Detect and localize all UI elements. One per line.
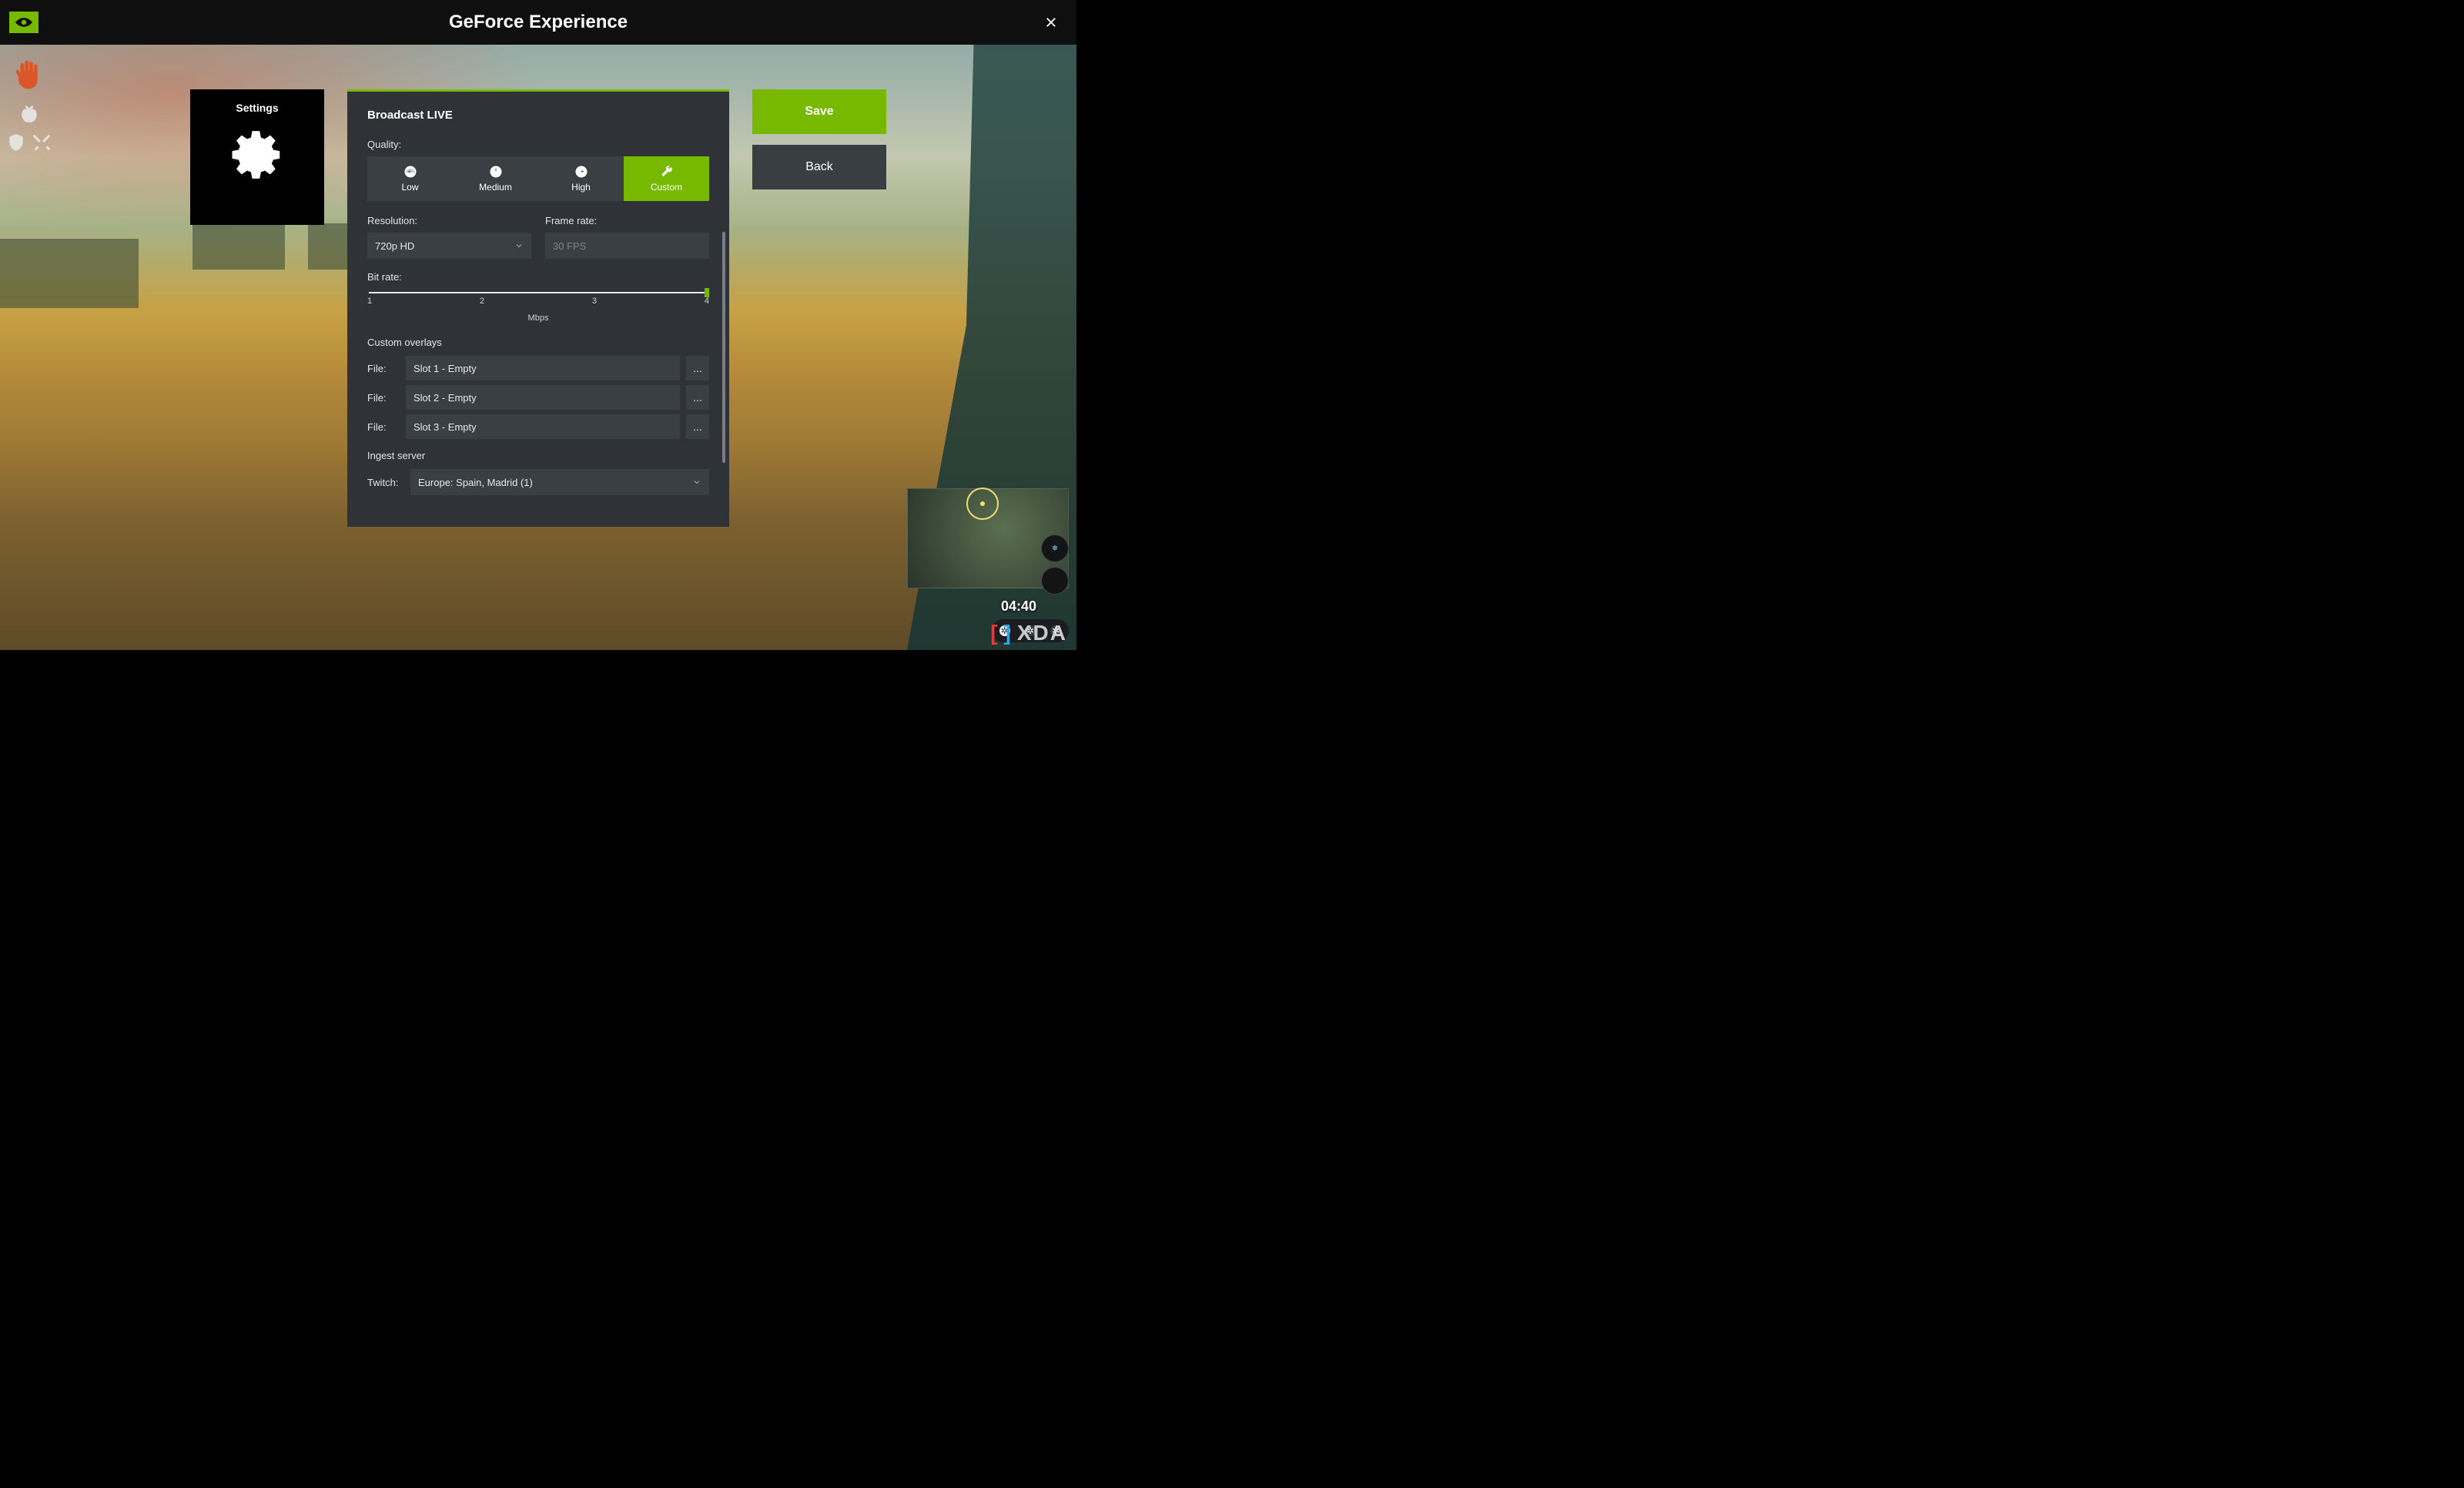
titlebar: GeForce Experience bbox=[0, 0, 1076, 45]
app-title: GeForce Experience bbox=[0, 12, 1076, 33]
resolution-value: 720p HD bbox=[375, 240, 414, 252]
file-label-1: File: bbox=[367, 363, 400, 374]
quality-option-custom[interactable]: Custom bbox=[624, 156, 709, 201]
slider-ticks: 1 2 3 4 bbox=[367, 297, 709, 306]
slot-3-field[interactable]: Slot 3 - Empty bbox=[406, 414, 680, 439]
browse-button-2[interactable]: ... bbox=[686, 385, 709, 410]
noise-gauge bbox=[1041, 567, 1069, 595]
watermark-text: XDA bbox=[1017, 621, 1067, 645]
gauge-medium-icon bbox=[489, 165, 503, 179]
overlays-label: Custom overlays bbox=[367, 337, 709, 348]
tick-4: 4 bbox=[705, 297, 709, 306]
temperature-gauge: ❄ bbox=[1041, 535, 1069, 562]
slider-track bbox=[369, 292, 708, 293]
wrench-icon bbox=[660, 165, 674, 179]
nvidia-eye-icon bbox=[14, 15, 34, 29]
twitch-server-value: Europe: Spain, Madrid (1) bbox=[418, 477, 533, 488]
tick-1: 1 bbox=[367, 297, 372, 306]
gauge-low-icon bbox=[403, 165, 417, 179]
nvidia-logo bbox=[9, 12, 38, 33]
tick-3: 3 bbox=[592, 297, 597, 306]
twitch-label: Twitch: bbox=[367, 477, 404, 488]
bitrate-label: Bit rate: bbox=[367, 271, 709, 283]
twitch-server-select[interactable]: Europe: Spain, Madrid (1) bbox=[410, 469, 709, 495]
xda-watermark: [ ] XDA bbox=[990, 621, 1067, 645]
slot-1-value: Slot 1 - Empty bbox=[413, 363, 477, 374]
broadcast-settings-panel: Broadcast LIVE Quality: Low Medium High bbox=[347, 89, 729, 527]
file-label-3: File: bbox=[367, 421, 400, 433]
framerate-label: Frame rate: bbox=[545, 215, 709, 226]
quality-option-low[interactable]: Low bbox=[367, 156, 453, 201]
bracket-left-icon: [ bbox=[990, 621, 999, 645]
close-icon bbox=[1044, 15, 1058, 29]
slot-2-field[interactable]: Slot 2 - Empty bbox=[406, 385, 680, 410]
browse-button-3[interactable]: ... bbox=[686, 414, 709, 439]
back-button[interactable]: Back bbox=[752, 145, 886, 189]
framerate-input[interactable]: 30 FPS bbox=[545, 233, 709, 259]
scrollbar-thumb[interactable] bbox=[722, 232, 725, 463]
game-time: 04:40 bbox=[1001, 598, 1036, 615]
panel-scrollbar[interactable] bbox=[722, 232, 726, 510]
browse-button-1[interactable]: ... bbox=[686, 356, 709, 380]
twitch-server-row: Twitch: Europe: Spain, Madrid (1) bbox=[367, 469, 709, 495]
tick-2: 2 bbox=[480, 297, 484, 306]
quality-label: Quality: bbox=[367, 139, 709, 150]
gear-icon bbox=[227, 125, 287, 185]
quality-medium-label: Medium bbox=[479, 182, 512, 193]
settings-label: Settings bbox=[236, 102, 278, 114]
quality-high-label: High bbox=[571, 182, 591, 193]
overlay-row: Settings Broadcast LIVE Quality: Low Med… bbox=[0, 89, 1076, 527]
settings-tile[interactable]: Settings bbox=[190, 89, 324, 225]
quality-selector: Low Medium High Custom bbox=[367, 156, 709, 201]
quality-option-medium[interactable]: Medium bbox=[453, 156, 538, 201]
overlay-slot-2: File: Slot 2 - Empty ... bbox=[367, 385, 709, 410]
slot-1-field[interactable]: Slot 1 - Empty bbox=[406, 356, 680, 380]
quality-custom-label: Custom bbox=[651, 182, 682, 193]
back-label: Back bbox=[805, 160, 833, 174]
close-button[interactable] bbox=[1040, 11, 1063, 34]
file-label-2: File: bbox=[367, 392, 400, 404]
chevron-down-icon bbox=[692, 478, 701, 487]
quality-low-label: Low bbox=[401, 182, 418, 193]
bracket-right-icon: ] bbox=[1004, 621, 1013, 645]
save-button[interactable]: Save bbox=[752, 89, 886, 134]
overlay-slot-1: File: Slot 1 - Empty ... bbox=[367, 356, 709, 380]
gauge-high-icon bbox=[574, 165, 588, 179]
chevron-down-icon bbox=[514, 241, 524, 250]
quality-option-high[interactable]: High bbox=[538, 156, 624, 201]
slot-3-value: Slot 3 - Empty bbox=[413, 421, 477, 433]
bitrate-slider[interactable]: 1 2 3 4 bbox=[367, 289, 709, 312]
panel-title: Broadcast LIVE bbox=[367, 109, 709, 122]
framerate-value: 30 FPS bbox=[553, 240, 586, 252]
resolution-select[interactable]: 720p HD bbox=[367, 233, 531, 259]
overlay-slot-3: File: Slot 3 - Empty ... bbox=[367, 414, 709, 439]
resolution-label: Resolution: bbox=[367, 215, 531, 226]
action-column: Save Back bbox=[752, 89, 886, 527]
bitrate-unit: Mbps bbox=[367, 313, 709, 323]
slot-2-value: Slot 2 - Empty bbox=[413, 392, 477, 404]
save-label: Save bbox=[805, 105, 833, 119]
ingest-label: Ingest server bbox=[367, 450, 709, 461]
